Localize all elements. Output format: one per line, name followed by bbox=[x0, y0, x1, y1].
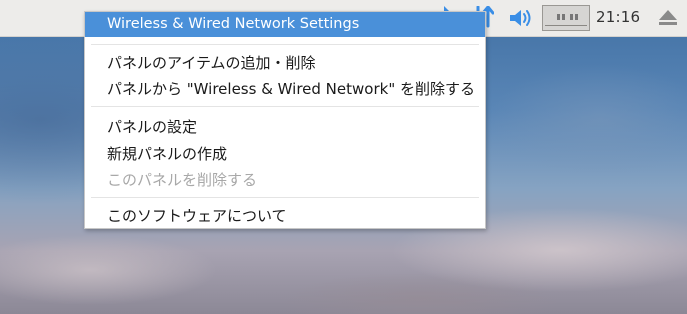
menu-item-panel-settings[interactable]: パネルの設定 bbox=[85, 114, 485, 140]
menu-separator bbox=[91, 197, 479, 198]
cpu-bar-icon bbox=[575, 14, 578, 20]
cpu-bar-icon bbox=[562, 14, 565, 20]
context-menu: Wireless & Wired Network Settings パネルのアイ… bbox=[84, 11, 486, 229]
clock[interactable]: 21:16 bbox=[596, 8, 640, 26]
menu-item-delete-panel: このパネルを削除する bbox=[107, 171, 258, 189]
cpu-monitor-icon[interactable] bbox=[542, 5, 590, 31]
eject-icon[interactable] bbox=[657, 8, 679, 28]
cpu-bar-icon bbox=[570, 14, 573, 20]
speaker-volume-icon[interactable] bbox=[508, 6, 534, 30]
menu-item-remove-from-panel[interactable]: パネルから "Wireless & Wired Network" を削除する bbox=[85, 76, 485, 102]
cpu-bar-icon bbox=[557, 14, 560, 20]
menu-separator bbox=[91, 44, 479, 45]
cpu-baseline bbox=[545, 25, 587, 26]
menu-separator bbox=[91, 106, 479, 107]
menu-header-network-settings[interactable]: Wireless & Wired Network Settings bbox=[85, 12, 485, 37]
menu-item-add-remove-panel-items[interactable]: パネルのアイテムの追加・削除 bbox=[85, 50, 485, 76]
menu-item-create-new-panel[interactable]: 新規パネルの作成 bbox=[85, 141, 485, 167]
menu-item-about[interactable]: このソフトウェアについて bbox=[85, 203, 485, 229]
